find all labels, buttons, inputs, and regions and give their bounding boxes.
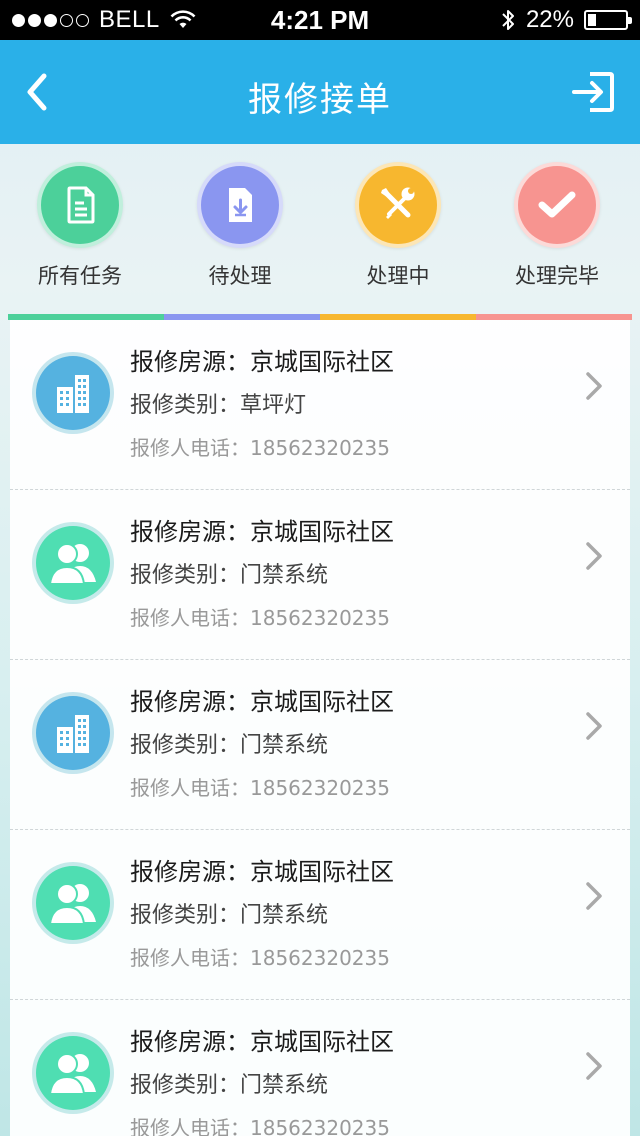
bluetooth-icon	[502, 10, 514, 30]
category-completed[interactable]: 处理完毕	[477, 162, 637, 290]
status-bar: BELL 4:21 PM 22%	[0, 0, 640, 40]
category-label: 处理中	[366, 264, 430, 288]
chevron-right-icon	[586, 1052, 602, 1080]
category-in-progress[interactable]: 处理中	[318, 162, 478, 290]
logout-button[interactable]	[572, 70, 616, 114]
navigation-bar: chevron-left-icon 报修接单	[0, 40, 640, 144]
reporter-phone: 报修人电话：18562320235	[130, 436, 390, 460]
users-icon	[48, 883, 96, 925]
category-pending-circle	[197, 162, 283, 248]
reporter-phone: 报修人电话：18562320235	[130, 776, 390, 800]
repair-source: 报修房源：京城国际社区	[130, 688, 394, 716]
battery-level	[588, 14, 596, 26]
repair-source: 报修房源：京城国际社区	[130, 858, 394, 886]
battery-icon	[584, 10, 632, 30]
status-right: 22%	[500, 6, 632, 34]
building-icon	[57, 375, 89, 413]
reporter-phone: 报修人电话：18562320235	[130, 946, 390, 970]
category-pending[interactable]: 待处理	[160, 162, 320, 290]
download-document-icon	[229, 188, 252, 222]
battery-percentage: 22%	[525, 6, 574, 33]
category-all-tasks-circle	[37, 162, 123, 248]
repair-source: 报修房源：京城国际社区	[130, 518, 394, 546]
chevron-right-icon	[586, 542, 602, 570]
building-icon	[57, 715, 89, 753]
category-label: 处理完毕	[515, 264, 599, 288]
chevron-right-icon	[586, 882, 602, 910]
checkmark-icon	[538, 191, 576, 218]
users-icon	[48, 543, 96, 585]
repair-order-item[interactable]: 报修房源：京城国际社区 报修类别：门禁系统报修人电话：18562320235	[10, 1000, 630, 1136]
reporter-phone: 报修人电话：18562320235	[130, 1116, 390, 1136]
repair-source: 报修房源：京城国际社区	[130, 348, 394, 376]
repair-order-item[interactable]: 报修房源：京城国际社区 报修类别：草坪灯报修人电话：18562320235	[10, 320, 630, 490]
item-avatar	[32, 692, 114, 774]
item-avatar	[32, 522, 114, 604]
item-avatar	[32, 862, 114, 944]
repair-category: 报修类别：门禁系统	[130, 1073, 329, 1098]
repair-source: 报修房源：京城国际社区	[130, 1028, 394, 1056]
task-category-filter: 所有任务 待处理 处理中 处理完毕	[0, 144, 640, 320]
repair-category: 报修类别：门禁系统	[130, 733, 329, 758]
chevron-right-icon	[586, 372, 602, 400]
back-button[interactable]: chevron-left-icon	[18, 68, 62, 116]
category-label: 待处理	[208, 264, 272, 288]
item-avatar	[32, 1032, 114, 1114]
category-in-progress-circle	[355, 162, 441, 248]
repair-order-item[interactable]: 报修房源：京城国际社区 报修类别：门禁系统报修人电话：18562320235	[10, 660, 630, 830]
category-label: 所有任务	[38, 264, 122, 288]
repair-category: 报修类别：草坪灯	[130, 393, 307, 418]
repair-category: 报修类别：门禁系统	[130, 563, 329, 588]
document-icon	[67, 186, 95, 224]
repair-category: 报修类别：门禁系统	[130, 903, 329, 928]
reporter-phone: 报修人电话：18562320235	[130, 606, 390, 630]
category-all-tasks[interactable]: 所有任务	[0, 162, 160, 290]
repair-order-list: 报修房源：京城国际社区 报修类别：草坪灯 报修人电话：18562320235 报修房源…	[10, 320, 630, 1136]
repair-order-item[interactable]: 报修房源：京城国际社区 报修类别：门禁系统报修人电话：18562320235	[10, 490, 630, 660]
users-icon	[48, 1053, 96, 1095]
repair-order-item[interactable]: 报修房源：京城国际社区 报修类别：门禁系统报修人电话：18562320235	[10, 830, 630, 1000]
chevron-right-icon	[586, 712, 602, 740]
tools-icon	[381, 187, 415, 219]
category-completed-circle	[514, 162, 600, 248]
page-title: 报修接单	[248, 80, 392, 120]
item-avatar	[32, 352, 114, 434]
